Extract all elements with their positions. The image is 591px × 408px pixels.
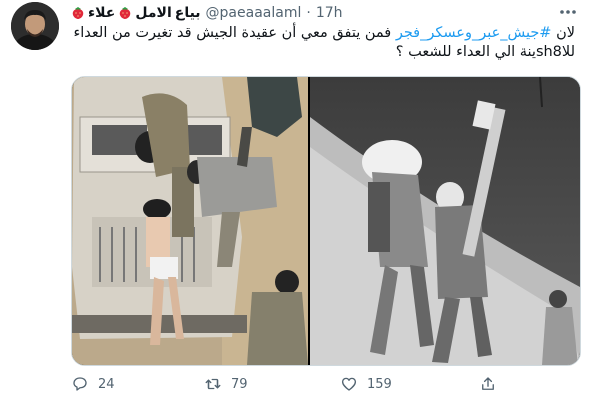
strawberry-emoji-icon — [120, 7, 131, 19]
tweet-header: بياع الامل علاء @paeaaalaml · 17h — [71, 3, 343, 23]
tweet-actions: 24 79 159 — [71, 372, 511, 396]
soldiers-crossing-canal-photo — [310, 77, 580, 365]
heart-icon — [341, 377, 357, 391]
display-name-word: علاء — [88, 5, 116, 21]
photo-soldiers-arrest[interactable] — [72, 77, 308, 365]
display-name-word: الامل — [135, 5, 172, 21]
retweet-icon — [205, 378, 221, 390]
share-button[interactable] — [479, 372, 497, 396]
photo-canal-crossing[interactable] — [310, 77, 580, 365]
separator-dot: · — [306, 5, 311, 21]
tweet-timestamp[interactable]: 17h — [316, 5, 343, 21]
strawberry-emoji-icon — [72, 7, 84, 19]
retweet-button[interactable]: 79 — [204, 372, 248, 396]
reply-button[interactable]: 24 — [71, 372, 115, 396]
tweet-text-prefix: لان — [551, 25, 575, 41]
more-dots-icon[interactable] — [555, 3, 581, 21]
soldiers-arresting-man-photo — [72, 77, 308, 365]
reply-bubble-icon — [73, 377, 87, 391]
reply-count: 24 — [98, 376, 115, 392]
like-count: 159 — [367, 376, 392, 392]
tweet-card[interactable]: بياع الامل علاء @paeaaalaml · 17h لان #ج… — [0, 0, 591, 408]
like-button[interactable]: 159 — [340, 372, 392, 396]
share-icon — [482, 377, 494, 390]
display-name-word: بياع — [174, 5, 201, 21]
avatar[interactable] — [11, 2, 59, 50]
tweet-media[interactable] — [71, 76, 581, 366]
tweet-text: لان #جيش_عبر_وعسكر_فجر فمن يتفق معي أن ع… — [70, 24, 575, 62]
display-name[interactable]: بياع الامل علاء — [71, 5, 201, 21]
avatar-portrait — [11, 2, 59, 50]
retweet-count: 79 — [231, 376, 248, 392]
user-handle[interactable]: @paeaaalaml — [206, 5, 302, 21]
hashtag-link[interactable]: #جيش_عبر_وعسكر_فجر — [396, 25, 552, 41]
